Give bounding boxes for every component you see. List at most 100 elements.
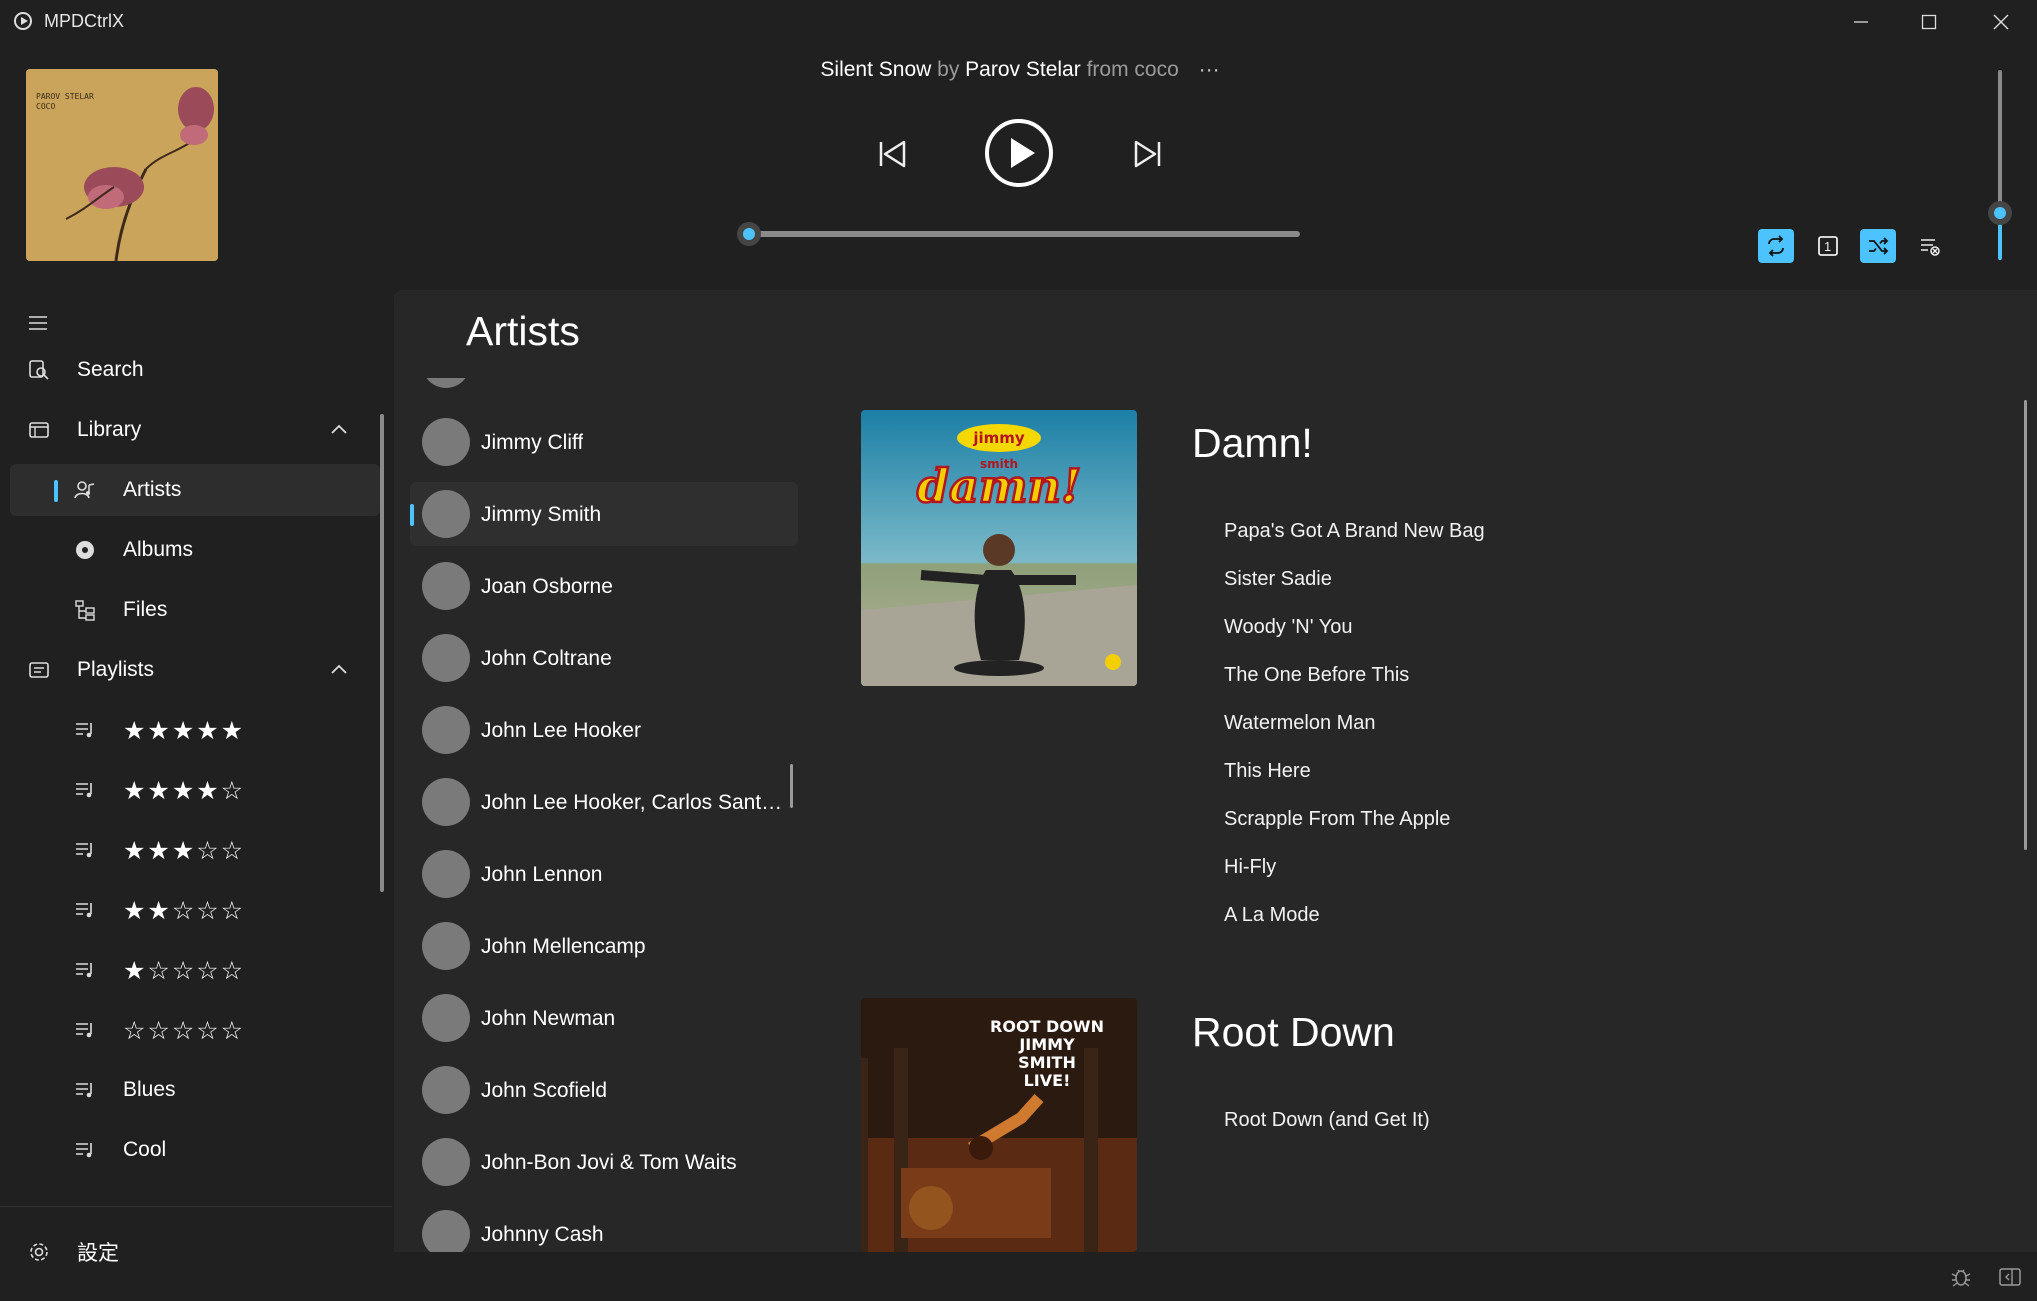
seek-slider[interactable]: [740, 231, 1300, 237]
next-button[interactable]: [1128, 134, 1168, 174]
track-item[interactable]: Scrapple From The Apple: [1224, 808, 1450, 831]
hamburger-menu-button[interactable]: [26, 312, 50, 334]
nav-search[interactable]: Search: [10, 344, 380, 396]
debug-bug-icon[interactable]: [1950, 1266, 1972, 1288]
by-label: by: [937, 58, 960, 81]
consume-toggle[interactable]: [1912, 229, 1948, 263]
album-art-text-album: COCO: [36, 102, 55, 111]
nav-playlists[interactable]: Playlists: [10, 644, 380, 696]
track-item[interactable]: Papa's Got A Brand New Bag: [1224, 520, 1485, 543]
artist-avatar: [422, 1210, 470, 1258]
nav-files-label: Files: [123, 598, 168, 621]
cover-text-damn: damn!: [917, 459, 1081, 513]
now-playing: Silent Snow by Parov Stelar from coco ··…: [580, 58, 1460, 82]
playlist-name: Blues: [123, 1078, 176, 1101]
playlist-icon: [74, 839, 96, 861]
artist-list-item[interactable]: John-Bon Jovi & Tom Waits: [410, 1130, 798, 1194]
track-item[interactable]: Sister Sadie: [1224, 568, 1332, 591]
library-icon: [28, 419, 50, 441]
album-cover-damn[interactable]: jimmy smith damn!: [861, 410, 1137, 686]
more-options-button[interactable]: ···: [1199, 58, 1220, 81]
artist-list-item[interactable]: Jimmy Smith: [410, 482, 798, 546]
panel-toggle-icon[interactable]: [1998, 1266, 2022, 1288]
shuffle-toggle[interactable]: [1860, 229, 1896, 263]
song-artist[interactable]: Parov Stelar: [965, 58, 1081, 81]
title-bar: [0, 0, 2037, 44]
track-item[interactable]: Hi-Fly: [1224, 856, 1276, 879]
nav-playlist-item[interactable]: ☆☆☆☆☆: [10, 1004, 380, 1056]
nav-files[interactable]: Files: [10, 584, 380, 636]
artist-list-item[interactable]: John Mellencamp: [410, 914, 798, 978]
nav-albums[interactable]: Albums: [10, 524, 380, 576]
page-title: Artists: [466, 308, 580, 354]
artist-name: Joan Osborne: [481, 575, 613, 598]
nav-playlist-item[interactable]: ★★★☆☆: [10, 824, 380, 876]
playlist-icon: [74, 1079, 96, 1101]
nav-scrollbar[interactable]: [380, 414, 384, 892]
artist-list-item[interactable]: John Lee Hooker: [410, 698, 798, 762]
volume-thumb[interactable]: [1988, 201, 2012, 225]
track-item[interactable]: Root Down (and Get It): [1224, 1109, 1430, 1132]
artist-avatar: [422, 634, 470, 682]
artist-icon: [74, 479, 96, 501]
nav-playlists-label: Playlists: [77, 658, 155, 681]
minimize-button[interactable]: [1826, 0, 1896, 44]
close-button[interactable]: [1966, 0, 2036, 44]
track-item[interactable]: A La Mode: [1224, 904, 1320, 927]
track-item[interactable]: Woody 'N' You: [1224, 616, 1352, 639]
cover-text-jimmy: JIMMY: [1018, 1035, 1075, 1054]
artist-list-item[interactable]: John Lee Hooker, Carlos Santana: [410, 770, 798, 834]
album-disc-icon: [74, 539, 96, 561]
artist-avatar: [422, 922, 470, 970]
nav-playlist-item[interactable]: ★★★★★: [10, 704, 380, 756]
playlist-name: ☆☆☆☆☆: [123, 1015, 246, 1045]
artist-list-item[interactable]: John Newman: [410, 986, 798, 1050]
artist-name: John Lee Hooker: [481, 719, 641, 742]
nav-playlist-item[interactable]: ★☆☆☆☆: [10, 944, 380, 996]
artist-avatar: [422, 778, 470, 826]
repeat-toggle[interactable]: [1758, 229, 1794, 263]
previous-button[interactable]: [872, 134, 912, 174]
artist-avatar: [422, 562, 470, 610]
album-cover-root-down[interactable]: ROOT DOWN JIMMY SMITH LIVE!: [861, 998, 1137, 1252]
artist-list-item[interactable]: John Scofield: [410, 1058, 798, 1122]
nav-library[interactable]: Library: [10, 404, 380, 456]
single-toggle[interactable]: 1: [1810, 229, 1846, 263]
status-bar: [394, 1252, 2037, 1301]
seek-thumb[interactable]: [737, 222, 761, 246]
minimize-icon: [1854, 21, 1868, 23]
artist-list-item[interactable]: Joan Osborne: [410, 554, 798, 618]
playlist-icon: [74, 899, 96, 921]
play-button[interactable]: [983, 117, 1055, 189]
nav-playlist-item[interactable]: ★★★★☆: [10, 764, 380, 816]
maximize-icon: [1921, 14, 1937, 30]
consume-icon: [1921, 239, 1940, 256]
maximize-button[interactable]: [1894, 0, 1964, 44]
nav-playlist-item[interactable]: ★★☆☆☆: [10, 884, 380, 936]
artist-list-item[interactable]: John Coltrane: [410, 626, 798, 690]
play-icon: [985, 119, 1053, 187]
search-icon: [28, 359, 50, 381]
chevron-up-icon[interactable]: [328, 658, 350, 680]
artist-list-scrollbar[interactable]: [790, 764, 793, 808]
artist-avatar: [422, 706, 470, 754]
content-scrollbar[interactable]: [2024, 400, 2027, 850]
track-item[interactable]: This Here: [1224, 760, 1311, 783]
song-album[interactable]: coco: [1134, 58, 1178, 81]
nav-playlist-item[interactable]: Cool: [10, 1124, 380, 1176]
nav-playlist-item[interactable]: Blues: [10, 1064, 380, 1116]
nav-albums-label: Albums: [123, 538, 194, 561]
track-item[interactable]: The One Before This: [1224, 664, 1409, 687]
playlists-icon: [28, 659, 50, 681]
artist-list-item[interactable]: Jimmy Cliff: [410, 410, 798, 474]
track-item[interactable]: Watermelon Man: [1224, 712, 1376, 735]
divider: [0, 1206, 392, 1207]
playlist-name: ★★☆☆☆: [123, 895, 246, 925]
nav-artists[interactable]: Artists: [10, 464, 380, 516]
files-tree-icon: [74, 599, 96, 621]
chevron-up-icon[interactable]: [328, 418, 350, 440]
artist-name: Jimmy Cliff: [481, 431, 584, 454]
single-icon: 1: [1818, 236, 1838, 256]
nav-settings[interactable]: 設定: [10, 1226, 380, 1278]
artist-list-item[interactable]: John Lennon: [410, 842, 798, 906]
